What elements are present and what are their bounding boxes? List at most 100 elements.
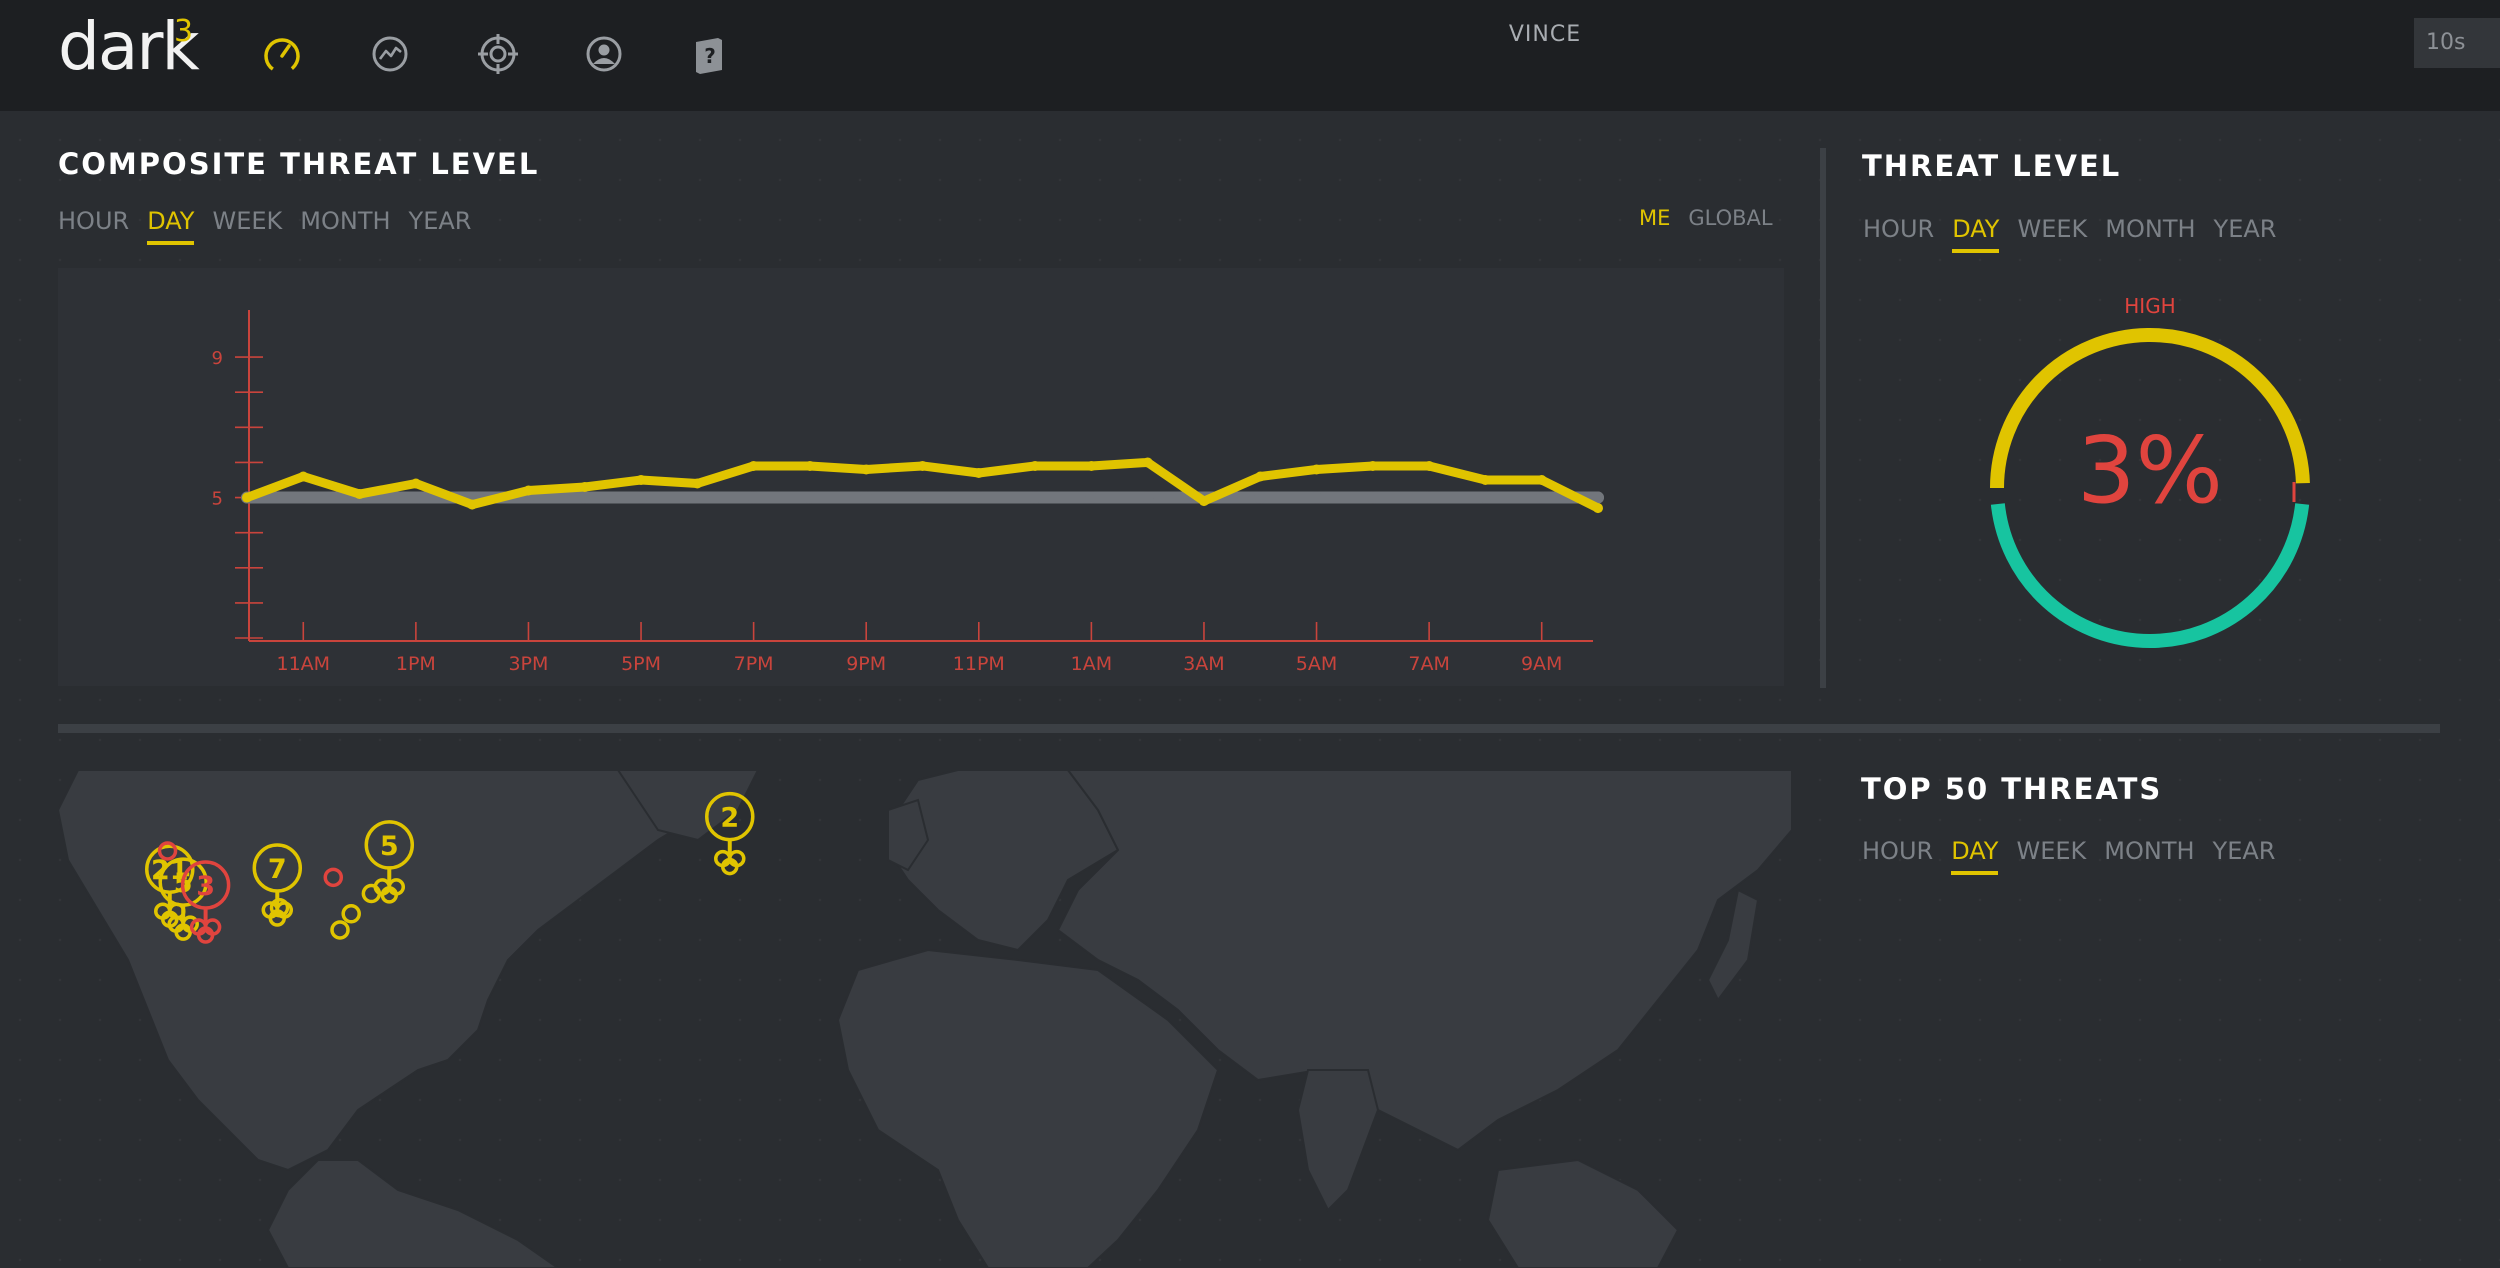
composite-range-tabs: HOUR DAY WEEK MONTH YEAR (58, 207, 471, 245)
y-tick-label: 9 (212, 348, 223, 369)
x-tick-label: 1AM (1071, 653, 1112, 675)
data-point (1366, 491, 1379, 504)
data-point (1255, 471, 1266, 482)
data-point (1029, 491, 1042, 504)
top-navigation-bar: dark 3 ? VINCE 10s (0, 0, 2500, 111)
data-point (691, 491, 704, 504)
cluster-count: 3 (196, 871, 215, 902)
target-icon[interactable] (474, 30, 522, 78)
threat-level-range-tabs: HOUR DAY WEEK MONTH YEAR (1863, 215, 2276, 253)
x-tick-label: 7PM (734, 653, 774, 675)
data-point (973, 467, 984, 478)
cluster-count: 2 (720, 803, 739, 834)
data-point (1424, 460, 1435, 471)
tab-month[interactable]: MONTH (2105, 215, 2195, 253)
data-point (1479, 491, 1492, 504)
dashboard-gauge-icon[interactable] (258, 30, 306, 78)
x-tick-label: 1PM (396, 653, 436, 675)
data-point (1141, 491, 1154, 504)
data-point (1367, 460, 1378, 471)
data-point (1142, 457, 1153, 468)
refresh-interval-select[interactable]: 10s (2414, 18, 2500, 68)
user-icon[interactable] (580, 30, 628, 78)
data-point (916, 491, 929, 504)
data-point (1593, 503, 1603, 514)
x-tick-label: 3AM (1183, 653, 1224, 675)
tab-week[interactable]: WEEK (2017, 215, 2087, 253)
data-point (861, 464, 872, 475)
world-threat-map[interactable]: 257215 3 (58, 770, 1792, 1268)
tab-day[interactable]: DAY (1951, 837, 1999, 875)
x-tick-label: 7AM (1408, 653, 1449, 675)
analytics-icon[interactable] (366, 30, 414, 78)
tab-month[interactable]: MONTH (300, 207, 390, 245)
tab-month[interactable]: MONTH (2104, 837, 2194, 875)
data-point (860, 491, 873, 504)
data-point (635, 491, 648, 504)
data-point (1030, 460, 1041, 471)
tab-year[interactable]: YEAR (2214, 215, 2277, 253)
data-point (804, 460, 815, 471)
svg-text:?: ? (704, 44, 716, 68)
cluster-count: 7 (268, 854, 287, 885)
tab-week[interactable]: WEEK (212, 207, 282, 245)
scope-me-option[interactable]: ME (1639, 206, 1670, 230)
threat-level-title: THREAT LEVEL (1862, 149, 2122, 183)
data-point (747, 491, 760, 504)
x-tick-label: 11AM (277, 653, 331, 675)
x-tick-label: 9AM (1521, 653, 1562, 675)
data-point (523, 485, 534, 496)
data-point (354, 489, 365, 500)
logo-superscript: 3 (174, 14, 194, 49)
scope-global-option[interactable]: GLOBAL (1688, 206, 1772, 230)
composite-threat-chart: 9 5 11AM 1PM 3PM 5PM 7PM 9PM 11PM 1AM 3AM 5AM 7AM 9AM (212, 310, 1604, 675)
tab-year[interactable]: YEAR (409, 207, 472, 245)
threat-level-label: HIGH (2124, 294, 2175, 318)
x-tick-label: 11PM (953, 653, 1005, 675)
data-point (1423, 491, 1436, 504)
username-label[interactable]: VINCE (1420, 22, 1670, 47)
data-point (1310, 491, 1323, 504)
tab-hour[interactable]: HOUR (58, 207, 129, 245)
data-point (1480, 475, 1491, 485)
tab-year[interactable]: YEAR (2213, 837, 2276, 875)
tab-week[interactable]: WEEK (2016, 837, 2086, 875)
tab-day[interactable]: DAY (147, 207, 195, 245)
data-point (467, 499, 478, 510)
data-point (409, 491, 422, 504)
data-point (242, 492, 252, 503)
x-tick-label: 5AM (1296, 653, 1337, 675)
x-tick-label: 5PM (621, 653, 661, 675)
data-point (579, 482, 590, 493)
data-point (1536, 475, 1547, 485)
data-point (803, 491, 816, 504)
data-point (298, 471, 309, 482)
app-logo[interactable]: dark 3 (58, 8, 200, 85)
x-tick-label: 3PM (508, 653, 548, 675)
top-threats-title: TOP 50 THREATS (1861, 772, 2163, 806)
data-point (972, 491, 985, 504)
data-point (1085, 491, 1098, 504)
data-point (1535, 491, 1548, 504)
threat-percent-value: 3% (2077, 417, 2223, 524)
vertical-divider (1820, 148, 1826, 688)
data-point (578, 491, 591, 504)
x-tick-label: 9PM (846, 653, 886, 675)
data-point (636, 475, 647, 485)
data-point (1254, 491, 1267, 504)
tab-hour[interactable]: HOUR (1863, 215, 1934, 253)
tab-day[interactable]: DAY (1952, 215, 2000, 253)
data-point (297, 491, 310, 504)
composite-threat-level-title: COMPOSITE THREAT LEVEL (58, 147, 540, 181)
cluster-count: 5 (380, 831, 399, 862)
data-point (917, 460, 928, 471)
data-point (1086, 460, 1097, 471)
y-tick-label: 5 (212, 489, 223, 510)
top-threats-range-tabs: HOUR DAY WEEK MONTH YEAR (1862, 837, 2275, 875)
data-point (410, 478, 421, 489)
data-point (1311, 464, 1322, 475)
help-book-icon[interactable]: ? (684, 30, 732, 78)
horizontal-divider (58, 724, 2440, 733)
data-point (1198, 496, 1209, 507)
tab-hour[interactable]: HOUR (1862, 837, 1933, 875)
